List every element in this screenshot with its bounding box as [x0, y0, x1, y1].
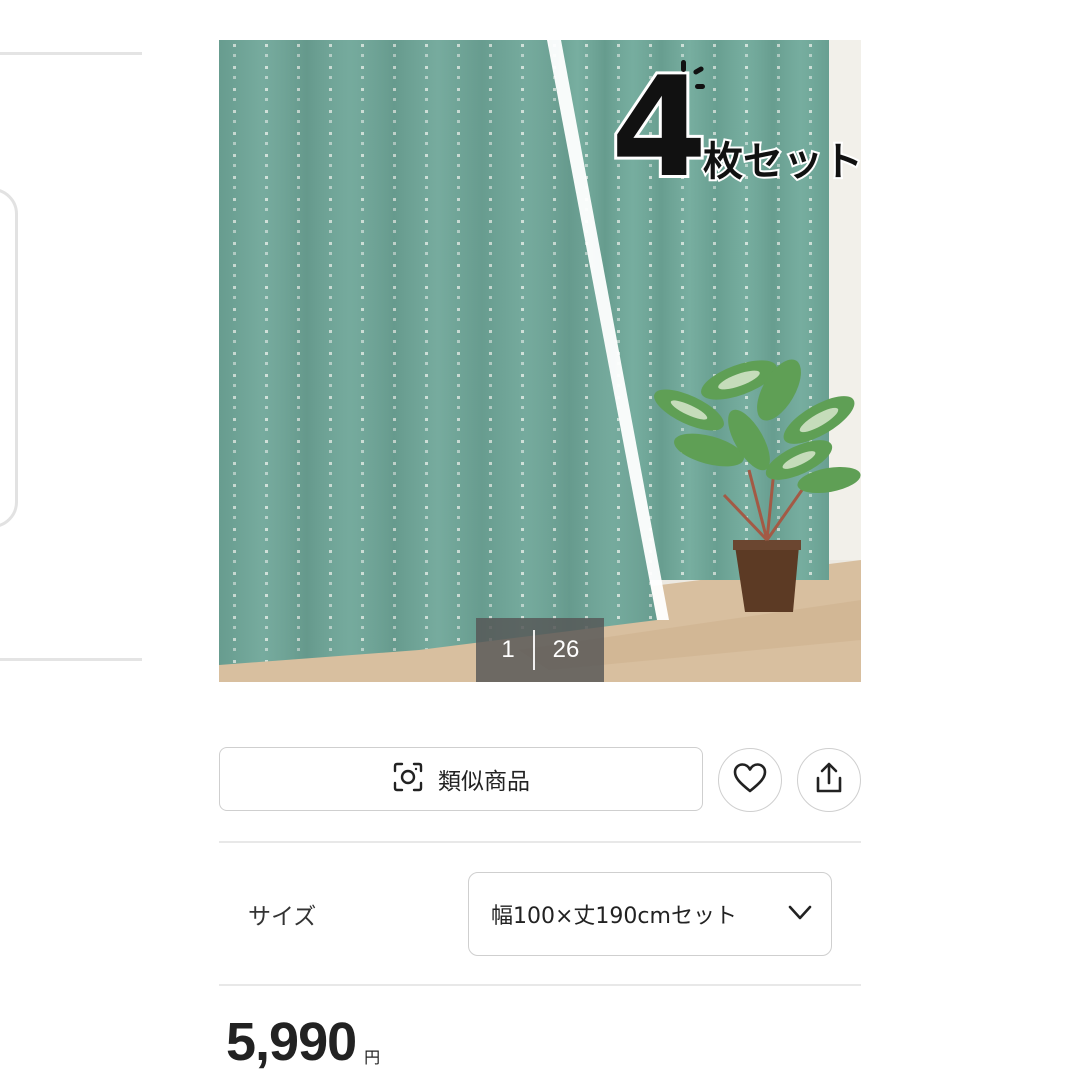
price-amount: 5,990 — [226, 1012, 357, 1072]
divider — [219, 841, 861, 843]
prev-slide-edge-bottom — [0, 658, 142, 661]
sparkle-mark — [681, 60, 686, 72]
size-select-value: 幅100×丈190cmセット — [491, 904, 737, 929]
price-currency: 円 — [364, 1048, 381, 1067]
set-label: 枚セット — [701, 137, 861, 187]
divider — [219, 984, 861, 986]
size-select[interactable]: 幅100×丈190cmセット — [468, 872, 832, 956]
sparkle-mark — [695, 84, 705, 89]
price: 5,990 円 — [226, 1010, 380, 1074]
image-counter: 1 26 — [476, 618, 604, 682]
similar-items-button[interactable]: 類似商品 — [219, 747, 703, 811]
share-button[interactable] — [797, 748, 861, 812]
product-image[interactable]: 4 枚セット 1 26 — [219, 40, 861, 682]
camera-scan-icon — [392, 761, 424, 797]
image-counter-total: 26 — [552, 636, 580, 663]
image-counter-separator — [533, 630, 535, 670]
size-label: サイズ — [248, 904, 317, 930]
heart-icon — [732, 762, 768, 798]
image-counter-current: 1 — [501, 636, 515, 663]
set-badge: 4 枚セット — [608, 47, 861, 208]
favorite-button[interactable] — [718, 748, 782, 812]
similar-items-label: 類似商品 — [438, 769, 530, 795]
share-icon — [813, 761, 845, 799]
set-count: 4 — [608, 47, 710, 208]
prev-slide-edge-top — [0, 52, 142, 55]
prev-slide-card[interactable] — [0, 188, 18, 528]
chevron-down-icon — [787, 901, 813, 927]
